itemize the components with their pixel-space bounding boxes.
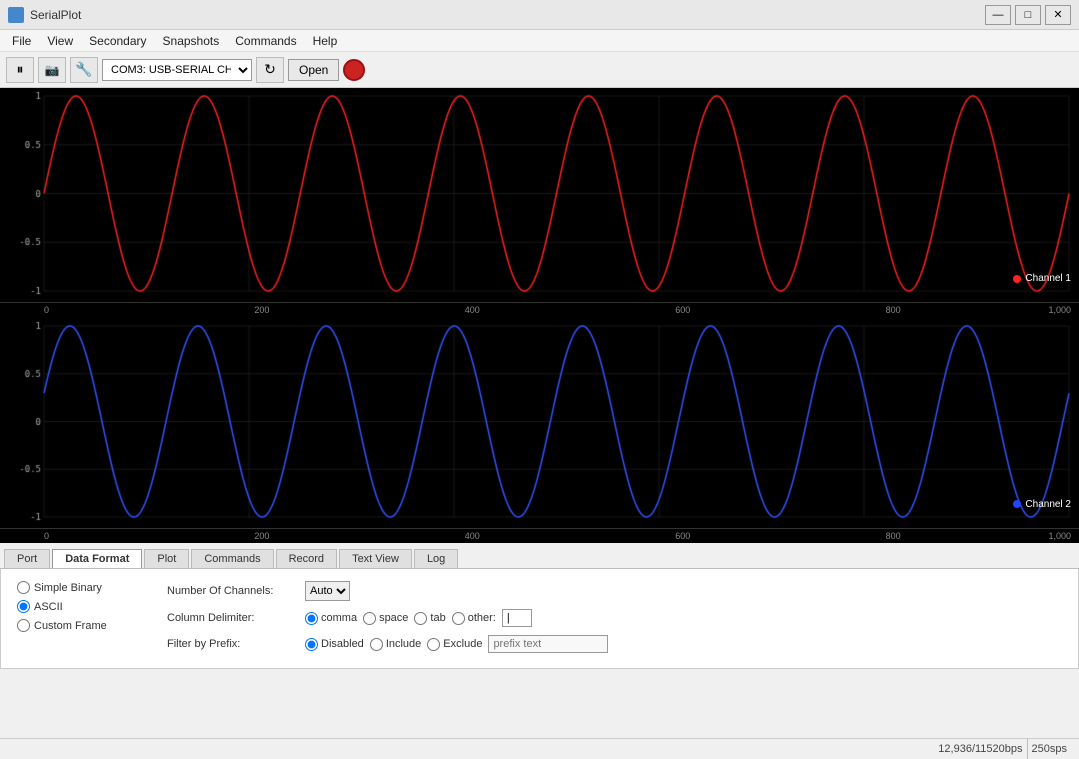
chart1-legend: Channel 1 bbox=[1013, 273, 1071, 284]
chart2-x0: 0 bbox=[44, 531, 49, 541]
chart1-wrapper: Channel 1 bbox=[0, 88, 1079, 303]
tab-log[interactable]: Log bbox=[414, 549, 458, 568]
menu-commands[interactable]: Commands bbox=[227, 32, 304, 50]
chart2-x-axis: 0 200 400 600 800 1,000 bbox=[0, 529, 1079, 544]
refresh-port-button[interactable]: ↻ bbox=[256, 57, 284, 83]
window-controls: — □ ✕ bbox=[985, 5, 1071, 25]
panel-columns: Simple Binary ASCII Custom Frame Number … bbox=[17, 581, 1062, 653]
space-option[interactable]: space bbox=[363, 612, 408, 625]
custom-frame-option[interactable]: Custom Frame bbox=[17, 619, 147, 632]
window-title: SerialPlot bbox=[30, 8, 985, 22]
ascii-option[interactable]: ASCII bbox=[17, 600, 147, 613]
snapshot-tool-button[interactable]: 📷 bbox=[38, 57, 66, 83]
menu-snapshots[interactable]: Snapshots bbox=[155, 32, 228, 50]
menu-bar: File View Secondary Snapshots Commands H… bbox=[0, 30, 1079, 52]
charts-container: Channel 1 0 200 400 600 800 1,000 Channe… bbox=[0, 88, 1079, 543]
format-selection-panel: Simple Binary ASCII Custom Frame bbox=[17, 581, 147, 653]
chart1-legend-dot bbox=[1013, 275, 1021, 283]
pause-tool-button[interactable]: ⏸ bbox=[6, 57, 34, 83]
maximize-button[interactable]: □ bbox=[1015, 5, 1041, 25]
chart2-legend: Channel 2 bbox=[1013, 499, 1071, 510]
format-settings-panel: Number Of Channels: Auto 1 2 4 8 Column … bbox=[167, 581, 1062, 653]
comma-option[interactable]: comma bbox=[305, 612, 357, 625]
chart1-x200: 200 bbox=[254, 305, 269, 315]
chart1-legend-label: Channel 1 bbox=[1025, 273, 1071, 284]
prefix-text-input[interactable] bbox=[488, 635, 608, 653]
status-divider bbox=[1027, 739, 1028, 759]
delimiter-label: Column Delimiter: bbox=[167, 612, 297, 624]
chart1-x600: 600 bbox=[675, 305, 690, 315]
chart2-x200: 200 bbox=[254, 531, 269, 541]
simple-binary-option[interactable]: Simple Binary bbox=[17, 581, 147, 594]
menu-help[interactable]: Help bbox=[305, 32, 346, 50]
toolbar: ⏸ 📷 🔧 COM3: USB-SERIAL CH3 ↻ Open bbox=[0, 52, 1079, 88]
chart1-x-axis: 0 200 400 600 800 1,000 bbox=[0, 303, 1079, 318]
bps-status: 12,936/11520bps bbox=[938, 743, 1022, 755]
menu-view[interactable]: View bbox=[39, 32, 81, 50]
tab-data-format[interactable]: Data Format bbox=[52, 549, 142, 568]
chart2-x600: 600 bbox=[675, 531, 690, 541]
camera-tool-button[interactable]: 🔧 bbox=[70, 57, 98, 83]
chart1-x1000: 1,000 bbox=[1048, 305, 1071, 315]
tab-text-view[interactable]: Text View bbox=[339, 549, 412, 568]
port-select[interactable]: COM3: USB-SERIAL CH3 bbox=[102, 59, 252, 81]
disabled-option[interactable]: Disabled bbox=[305, 638, 364, 651]
status-bar: 12,936/11520bps 250sps bbox=[0, 738, 1079, 758]
chart2-x1000: 1,000 bbox=[1048, 531, 1071, 541]
tab-port[interactable]: Port bbox=[4, 549, 50, 568]
chart2-x800: 800 bbox=[886, 531, 901, 541]
channels-spin: Auto 1 2 4 8 bbox=[305, 581, 350, 601]
tab-option[interactable]: tab bbox=[414, 612, 445, 625]
delimiter-radio-group: comma space tab other: bbox=[305, 609, 532, 627]
sps-status: 250sps bbox=[1032, 743, 1067, 755]
menu-secondary[interactable]: Secondary bbox=[81, 32, 154, 50]
filter-radio-group: Disabled Include Exclude bbox=[305, 635, 608, 653]
tabs-bar: Port Data Format Plot Commands Record Te… bbox=[0, 543, 1079, 569]
chart2-canvas bbox=[0, 318, 1079, 525]
chart2-x400: 400 bbox=[465, 531, 480, 541]
minimize-button[interactable]: — bbox=[985, 5, 1011, 25]
open-button[interactable]: Open bbox=[288, 59, 339, 81]
channels-select[interactable]: Auto 1 2 4 8 bbox=[305, 581, 350, 601]
tab-record[interactable]: Record bbox=[276, 549, 337, 568]
exclude-option[interactable]: Exclude bbox=[427, 638, 482, 651]
chart1-x400: 400 bbox=[465, 305, 480, 315]
chart1-canvas bbox=[0, 88, 1079, 299]
chart2-legend-label: Channel 2 bbox=[1025, 499, 1071, 510]
chart2-wrapper: Channel 2 bbox=[0, 318, 1079, 529]
panel-content: Simple Binary ASCII Custom Frame Number … bbox=[0, 569, 1079, 669]
other-delimiter-input[interactable] bbox=[502, 609, 532, 627]
stop-button[interactable] bbox=[343, 59, 365, 81]
channels-row: Number Of Channels: Auto 1 2 4 8 bbox=[167, 581, 1062, 601]
chart1-x800: 800 bbox=[886, 305, 901, 315]
other-option[interactable]: other: bbox=[452, 612, 496, 625]
tab-plot[interactable]: Plot bbox=[144, 549, 189, 568]
tab-commands[interactable]: Commands bbox=[191, 549, 273, 568]
filter-row: Filter by Prefix: Disabled Include Exclu… bbox=[167, 635, 1062, 653]
channels-label: Number Of Channels: bbox=[167, 585, 297, 597]
chart1-x0: 0 bbox=[44, 305, 49, 315]
delimiter-row: Column Delimiter: comma space tab bbox=[167, 609, 1062, 627]
app-icon bbox=[8, 7, 24, 23]
title-bar: SerialPlot — □ ✕ bbox=[0, 0, 1079, 30]
include-option[interactable]: Include bbox=[370, 638, 421, 651]
chart2-legend-dot bbox=[1013, 500, 1021, 508]
menu-file[interactable]: File bbox=[4, 32, 39, 50]
filter-label: Filter by Prefix: bbox=[167, 638, 297, 650]
close-button[interactable]: ✕ bbox=[1045, 5, 1071, 25]
